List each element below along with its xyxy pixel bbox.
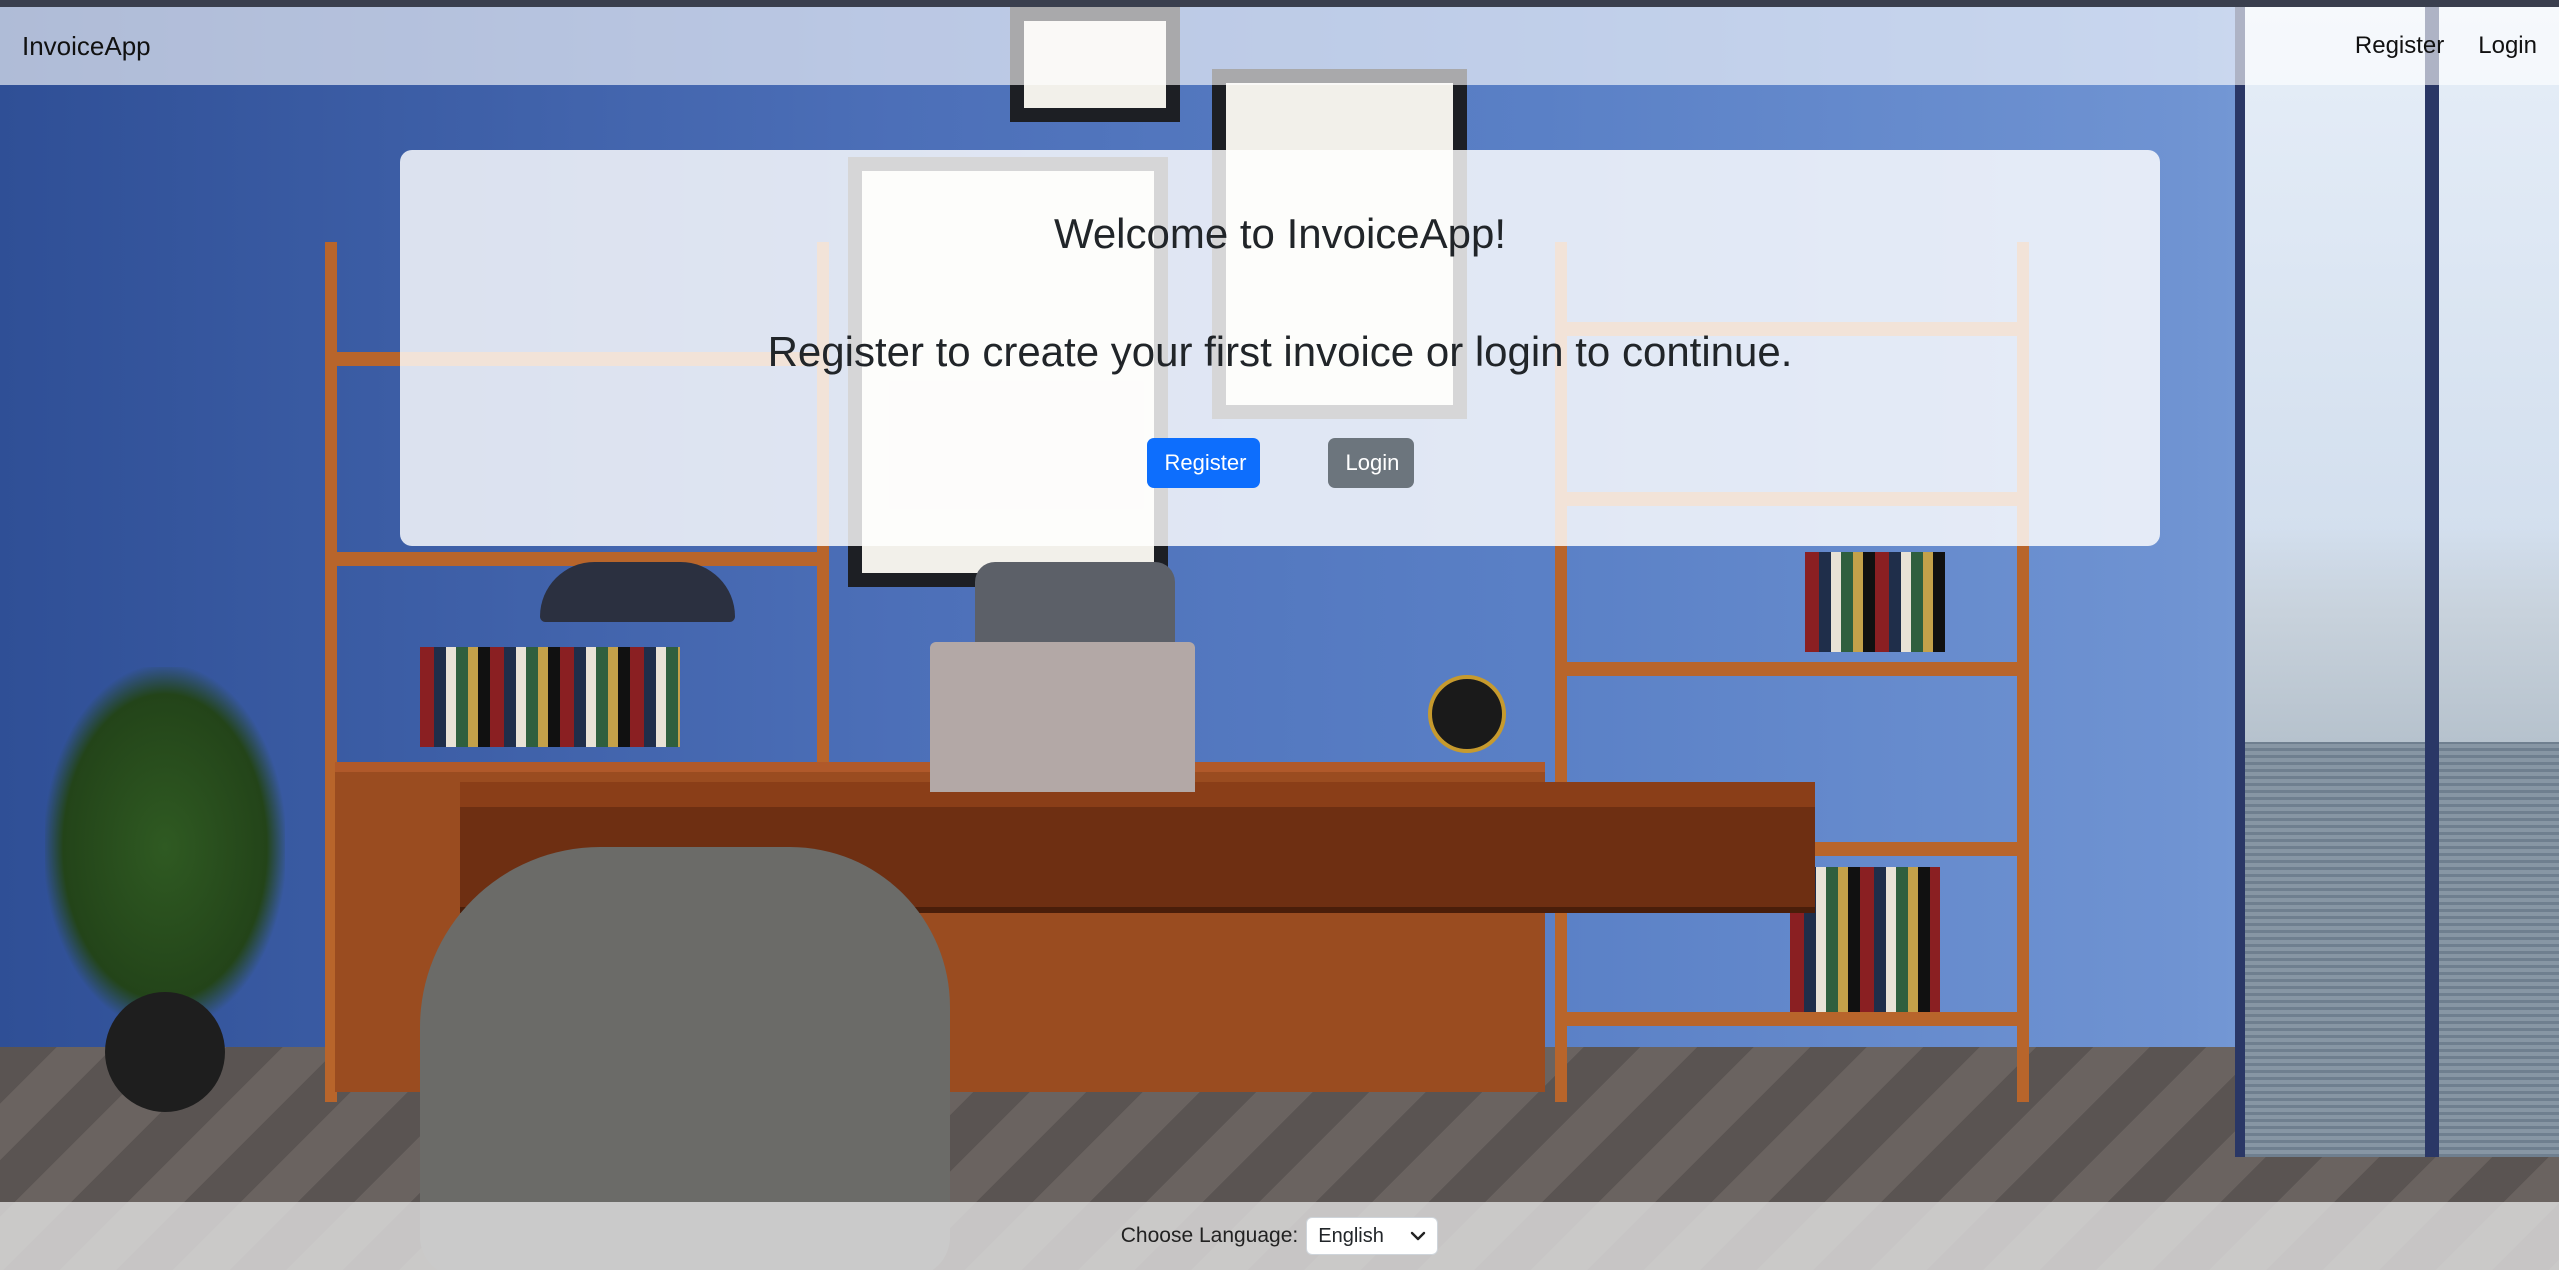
background-skyline	[2245, 527, 2559, 742]
background-plant	[45, 667, 285, 1027]
background-books	[1805, 552, 1945, 652]
window-top-edge	[0, 0, 2559, 7]
welcome-subtitle: Register to create your first invoice or…	[767, 328, 1793, 375]
register-button[interactable]: Register	[1146, 438, 1260, 488]
nav-login-link[interactable]: Login	[2478, 32, 2537, 60]
background-laptop	[930, 642, 1195, 792]
welcome-title: Welcome to InvoiceApp!	[1053, 210, 1507, 257]
background-water	[2245, 742, 2559, 1157]
background-clock	[1428, 675, 1506, 753]
footer-bar: Choose Language: English	[0, 1202, 2559, 1270]
cta-buttons: Register Login	[400, 438, 2160, 488]
chevron-down-icon	[1411, 1231, 1426, 1241]
brand-link[interactable]: InvoiceApp	[22, 31, 151, 62]
top-navbar: InvoiceApp Register Login	[0, 7, 2559, 85]
login-button[interactable]: Login	[1327, 438, 1414, 488]
background-lamp	[540, 562, 735, 622]
language-select[interactable]: English	[1306, 1217, 1439, 1255]
background-window-mullion	[2425, 7, 2439, 1157]
nav-register-link[interactable]: Register	[2355, 32, 2444, 60]
background-books	[420, 647, 680, 747]
nav-links: Register Login	[2355, 32, 2537, 60]
background-plant-pot	[105, 992, 225, 1112]
welcome-card: Welcome to InvoiceApp! Register to creat…	[400, 150, 2160, 546]
background-window	[2235, 7, 2559, 1157]
language-label: Choose Language:	[1120, 1224, 1299, 1247]
language-selected-value: English	[1318, 1224, 1384, 1247]
